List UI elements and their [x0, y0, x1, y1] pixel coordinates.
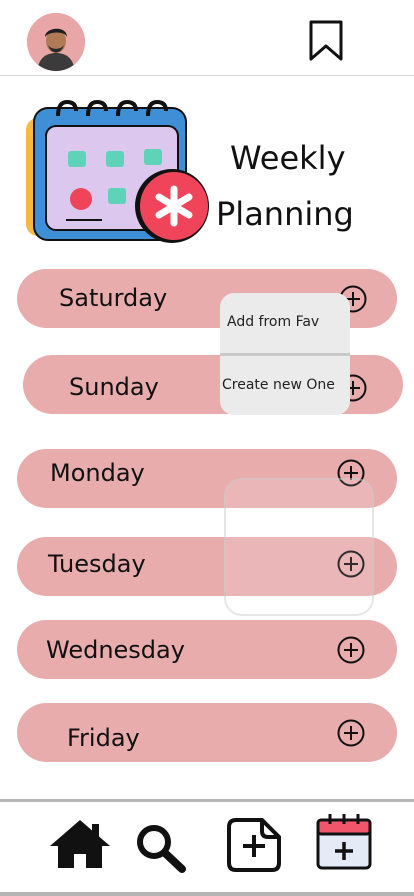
calendar-add-icon[interactable] — [314, 812, 374, 870]
page-title: Weekly Planning — [216, 130, 376, 242]
day-label: Saturday — [59, 284, 168, 312]
home-icon[interactable] — [48, 816, 112, 872]
search-icon[interactable] — [134, 822, 188, 874]
avatar[interactable] — [27, 13, 85, 71]
day-label: Wednesday — [46, 636, 185, 664]
ghost-overlay — [224, 478, 374, 616]
day-label: Monday — [50, 459, 145, 487]
header-divider — [0, 75, 414, 76]
day-label: Sunday — [69, 373, 159, 401]
calendar-illustration-icon — [26, 99, 209, 243]
create-new-option[interactable]: Create new One — [222, 377, 350, 393]
user-avatar-icon — [27, 13, 85, 71]
day-row-wednesday[interactable]: Wednesday — [17, 620, 397, 679]
add-post-icon[interactable] — [226, 817, 282, 873]
calendar-illustration — [24, 96, 214, 248]
add-from-fav-option[interactable]: Add from Fav — [227, 314, 350, 330]
popup-divider — [220, 353, 350, 356]
bookmark-button[interactable] — [308, 20, 344, 62]
bottom-nav-divider — [0, 799, 414, 802]
day-label: Friday — [67, 724, 140, 752]
add-options-popup: Add from Fav Create new One — [220, 293, 350, 415]
bookmark-icon — [309, 20, 343, 61]
plus-circle-icon[interactable] — [337, 719, 365, 747]
title-line-2: Planning — [216, 195, 354, 233]
plus-circle-icon[interactable] — [337, 636, 365, 664]
day-label: Tuesday — [48, 550, 146, 578]
title-line-1: Weekly — [230, 139, 346, 177]
bottom-edge — [0, 892, 414, 896]
day-row-friday[interactable]: Friday — [17, 703, 397, 762]
